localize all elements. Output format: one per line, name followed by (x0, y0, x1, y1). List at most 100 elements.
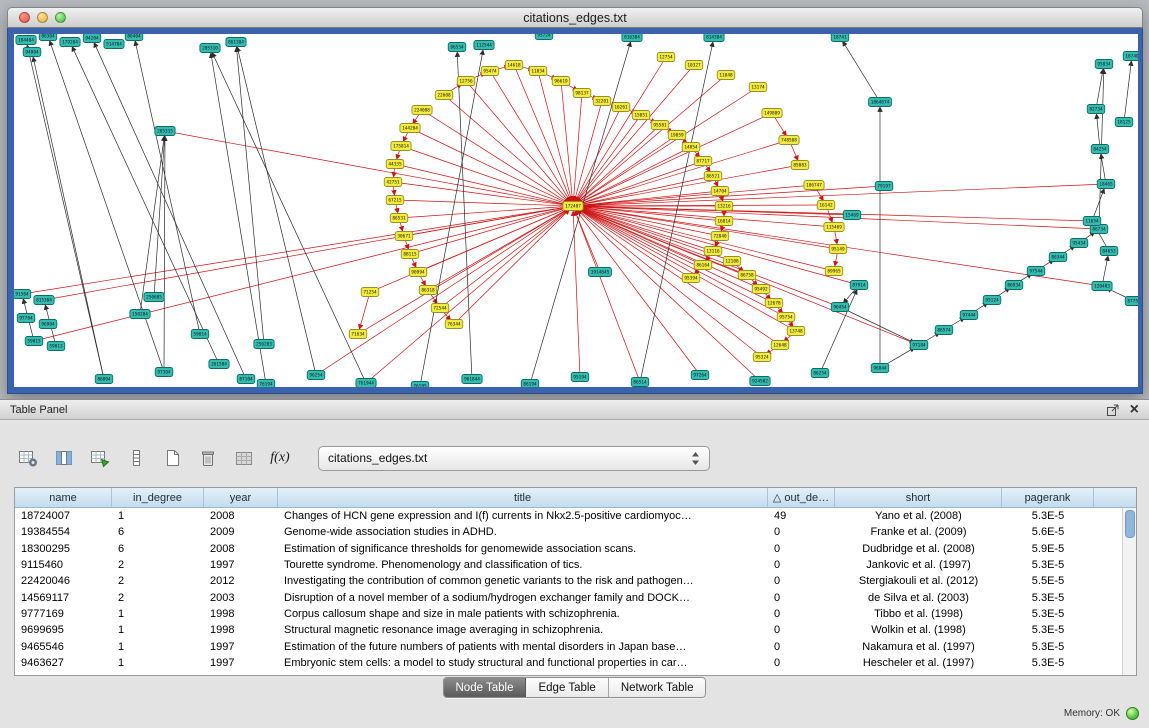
column-header-short[interactable]: short (835, 488, 1002, 507)
graph-node[interactable]: 13174 (749, 83, 767, 92)
graph-node[interactable]: 86344 (1049, 253, 1067, 262)
minimize-window-button[interactable] (37, 12, 48, 23)
table-row[interactable]: 969969511998Structural magnetic resonanc… (15, 622, 1136, 638)
graph-node[interactable]: 95194 (571, 373, 589, 382)
graph-node[interactable]: 96619 (552, 77, 570, 86)
graph-node[interactable]: 205315 (155, 127, 175, 136)
table-row[interactable]: 1830029562008Estimation of significance … (15, 541, 1136, 557)
zoom-window-button[interactable] (55, 12, 66, 23)
graph-node[interactable]: 89965 (825, 267, 843, 276)
column-header-out_degree[interactable]: △ out_de… (768, 488, 835, 507)
row-height-icon[interactable] (122, 444, 150, 472)
graph-node[interactable]: 22608 (435, 91, 453, 100)
graph-node[interactable]: 42751 (384, 178, 402, 187)
graph-node[interactable]: 11048 (717, 71, 735, 80)
graph-node[interactable]: 748508 (779, 136, 799, 145)
graph-node[interactable]: 95474 (481, 67, 499, 76)
graph-node[interactable]: 120403 (1092, 282, 1112, 291)
graph-node[interactable]: 179204 (60, 38, 80, 47)
graph-node[interactable]: 16261 (612, 103, 630, 112)
graph-node[interactable]: 18465 (1097, 180, 1115, 189)
graph-node[interactable]: 13748 (787, 327, 805, 336)
graph-node[interactable]: 514704 (104, 40, 124, 49)
graph-node[interactable]: 90994 (409, 268, 427, 277)
tab-node-table[interactable]: Node Table (444, 678, 527, 697)
graph-node[interactable]: 172407 (563, 202, 583, 211)
import-table-icon[interactable] (230, 444, 258, 472)
graph-node[interactable]: 86804 (95, 375, 113, 384)
table-settings-icon[interactable] (14, 444, 42, 472)
graph-node[interactable]: 86531 (390, 214, 408, 223)
graph-node[interactable]: 97704 (17, 314, 35, 323)
graph-node[interactable]: 106747 (804, 181, 824, 190)
graph-node[interactable]: 97444 (960, 311, 978, 320)
graph-node[interactable]: 95124 (983, 296, 1001, 305)
close-panel-icon[interactable]: × (1130, 403, 1139, 417)
graph-node[interactable]: 86934 (1005, 281, 1023, 290)
graph-node[interactable]: 86194 (521, 380, 539, 388)
graph-node[interactable]: 1914845 (589, 268, 612, 277)
table-scrollbar-thumb[interactable] (1125, 510, 1135, 538)
table-row[interactable]: 911546021997Tourette syndrome. Phenomeno… (15, 557, 1136, 573)
table-row[interactable]: 946554611997Estimation of the future num… (15, 638, 1136, 654)
graph-node[interactable]: 18740 (1123, 52, 1138, 61)
graph-node[interactable]: 84653 (1100, 247, 1118, 256)
graph-node[interactable]: 95394 (682, 274, 700, 283)
table-row[interactable]: 1938455462009Genome-wide association stu… (15, 524, 1136, 540)
column-header-title[interactable]: title (278, 488, 768, 507)
graph-node[interactable]: 95324 (753, 353, 771, 362)
graph-node[interactable]: 86521 (704, 172, 722, 181)
graph-node[interactable]: 95834 (1095, 60, 1113, 69)
graph-node[interactable]: 15469 (843, 211, 861, 220)
graph-node[interactable]: 11834 (529, 67, 547, 76)
table-row[interactable]: 977716911998Corpus callosum shape and si… (15, 606, 1136, 622)
graph-node[interactable]: 86758 (738, 271, 756, 280)
edit-table-icon[interactable] (86, 444, 114, 472)
graph-node[interactable]: 97264 (691, 371, 709, 380)
graph-node[interactable]: 86164 (694, 261, 712, 270)
new-file-icon[interactable] (158, 444, 186, 472)
graph-node[interactable]: 816304 (622, 34, 642, 42)
graph-node[interactable]: 76344 (445, 320, 463, 329)
graph-node[interactable]: 15051 (632, 111, 650, 120)
column-header-year[interactable]: year (204, 488, 278, 507)
graph-node[interactable]: 961844 (462, 375, 482, 384)
graph-node[interactable]: 98137 (573, 89, 591, 98)
graph-node[interactable]: 71634 (349, 330, 367, 339)
graph-node[interactable]: 12678 (765, 299, 783, 308)
table-scrollbar[interactable] (1122, 508, 1136, 675)
graph-node[interactable]: 224088 (412, 106, 432, 115)
graph-node[interactable]: 250605 (144, 293, 164, 302)
table-row[interactable]: 946362711997Embryonic stem cells: a mode… (15, 655, 1136, 671)
graph-node[interactable]: 95149 (829, 245, 847, 254)
graph-node[interactable]: 94204 (83, 34, 101, 43)
graph-node[interactable]: 19859 (668, 131, 686, 140)
graph-node[interactable]: 87104 (237, 375, 255, 384)
table-row[interactable]: 1872400712008Changes of HCN gene express… (15, 508, 1136, 524)
column-header-pagerank[interactable]: pagerank (1002, 488, 1094, 507)
graph-node[interactable]: 112544 (474, 41, 494, 50)
graph-node[interactable]: 158204 (130, 310, 150, 319)
graph-node[interactable]: 144204 (400, 124, 420, 133)
graph-node[interactable]: 94804 (23, 48, 41, 57)
graph-node[interactable]: 13116 (704, 247, 722, 256)
graph-node[interactable]: 184404 (16, 36, 36, 45)
graph-node[interactable]: 82734 (1087, 105, 1105, 114)
graph-node[interactable]: 96534 (448, 43, 466, 52)
graph-node[interactable]: 84254 (1091, 145, 1109, 154)
graph-node[interactable]: 814304 (704, 34, 724, 42)
graph-node[interactable]: 72544 (431, 304, 449, 313)
graph-node[interactable]: 14854 (682, 143, 700, 152)
graph-node[interactable]: 815304 (34, 296, 54, 305)
column-header-in_degree[interactable]: in_degree (112, 488, 204, 507)
graph-node[interactable]: 86318 (419, 286, 437, 295)
graph-node[interactable]: 79197 (875, 182, 893, 191)
graph-node[interactable]: 88115 (401, 250, 419, 259)
graph-node[interactable]: 16014 (715, 217, 733, 226)
graph-node[interactable]: 91504 (14, 290, 31, 299)
graph-node[interactable]: 30671 (395, 232, 413, 241)
graph-node[interactable]: 12756 (457, 77, 475, 86)
column-chooser-icon[interactable] (50, 444, 78, 472)
graph-node[interactable]: 72040 (711, 232, 729, 241)
graph-node[interactable]: 59014 (191, 330, 209, 339)
